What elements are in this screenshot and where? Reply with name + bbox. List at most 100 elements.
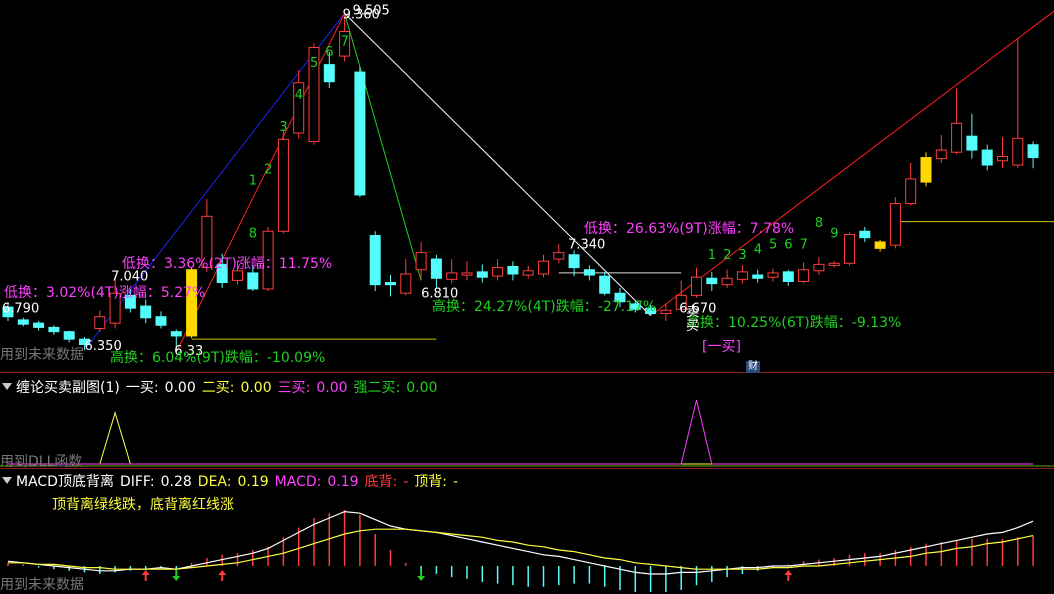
finance-badge[interactable]: 财 (746, 361, 760, 373)
sub1-item-label: 三买: (277, 380, 311, 396)
panel-divider (0, 468, 1054, 469)
candle-body (828, 262, 840, 266)
signal-line (8, 411, 1034, 465)
candle-body (538, 260, 549, 275)
candle-body (155, 316, 167, 326)
sub1-ghost-label: 用到DLL函数 (0, 454, 83, 470)
price-label: 9.360 (343, 8, 380, 23)
candle-body (660, 309, 672, 315)
sub1-header: 缠论买卖副图(1) 一买: 0.00 二买: 0.00 三买: 0.00 强二买: 0.00 (2, 377, 443, 397)
candle-body (492, 267, 504, 277)
candle-body (874, 241, 886, 249)
candle-body (1012, 137, 1024, 166)
macd-value: 0.19 (327, 474, 359, 490)
sell-marker: 卖 (686, 305, 699, 320)
candle-body (568, 254, 580, 269)
candle-body (247, 272, 259, 290)
candle-body (951, 122, 963, 153)
price-label: 7.340 (568, 237, 605, 252)
candle-body (966, 135, 978, 151)
candle-body (186, 269, 198, 337)
sub1-item-label: 一买: (125, 380, 159, 396)
macd-note: 顶背离绿线跌，底背离红线涨 (52, 497, 234, 513)
annotation-label: 低换：3.36%(2T)涨幅：11.75% (122, 255, 332, 272)
count-label: 4 (754, 243, 762, 258)
candle-body (400, 273, 412, 294)
count-label: 6 (784, 237, 792, 252)
sub1-item-value: 0.00 (164, 380, 196, 396)
candle-body (140, 305, 152, 319)
collapse-icon[interactable] (2, 477, 12, 484)
candle-body (63, 331, 75, 340)
collapse-icon[interactable] (2, 383, 12, 390)
dea-line (8, 528, 1034, 570)
sub2-header: MACD顶底背离 DIFF: 0.28 DEA: 0.19 MACD: 0.19 底背: - 顶背… (2, 471, 464, 491)
count-label: 4 (295, 88, 303, 103)
candle-body (385, 282, 396, 286)
annotation-label: 低换：26.63%(9T)涨幅：7.78% (584, 220, 794, 237)
diff-line (7, 510, 1034, 575)
candle-body (736, 271, 748, 280)
candle-body (859, 230, 871, 239)
top-div-value: - (453, 474, 459, 490)
buy-marker: 买 (686, 319, 699, 334)
main-price-panel: 123456781 2 3 4 5 6 7899.5059.3607.0407.3406.8… (2, 3, 1054, 366)
candle-body (430, 258, 442, 279)
candle-body (17, 319, 29, 325)
count-label: 7 (800, 237, 808, 252)
candle-body (981, 149, 993, 166)
candle-body (94, 316, 106, 329)
sub2-title: MACD顶底背离 (16, 474, 114, 490)
candle-body (323, 64, 335, 83)
count-label: 3 (738, 248, 746, 263)
count-label: 5 (310, 56, 318, 71)
count-label: 1 (249, 173, 257, 188)
candle-body (767, 272, 779, 278)
candle-body (461, 272, 473, 276)
candle-body (1027, 144, 1039, 159)
sub1-item-label: 强二买: (353, 380, 401, 396)
diff-label: DIFF: (119, 474, 155, 490)
dea-value: 0.19 (237, 474, 269, 490)
candle-body (553, 252, 565, 260)
candle-body (354, 71, 366, 196)
diff-value: 0.28 (160, 474, 192, 490)
annotation-label: 高换：10.25%(6T)跌幅：-9.13% (686, 314, 901, 331)
trend-line (650, 10, 1054, 317)
sub1-item-value: 0.00 (406, 380, 438, 396)
count-label: 3 (279, 120, 287, 135)
candle-body (706, 277, 718, 285)
candle-body (170, 331, 182, 337)
price-label: 6.790 (2, 301, 39, 316)
candle-body (782, 271, 794, 282)
candle-body (844, 233, 855, 264)
count-label: 7 (341, 34, 349, 49)
candle-body (920, 157, 932, 183)
candle-body (691, 276, 702, 296)
sub1-item-value: 0.00 (316, 380, 348, 396)
candle-body (415, 252, 427, 271)
top-divergence-arrow (172, 570, 181, 581)
panel-divider (0, 372, 1054, 373)
candle-body (935, 149, 947, 160)
macd-label: MACD: (274, 474, 322, 490)
annotation-label: 高换：24.27%(4T)跌幅：-27.17% (432, 298, 656, 315)
sub1-item-label: 二买: (201, 380, 235, 396)
bottom-divergence-arrow (141, 570, 150, 581)
buy-marker: [一买] (702, 339, 741, 355)
count-label: 2 (723, 248, 731, 263)
candle-body (905, 178, 917, 204)
candle-body (446, 272, 458, 280)
candle-body (721, 277, 733, 286)
count-label: 5 (769, 237, 777, 252)
sub2-ghost-label: 用到未来数据 (0, 577, 84, 593)
candle-body (583, 269, 595, 276)
bottom-divergence-arrow (218, 570, 227, 581)
candle-body (997, 155, 1008, 162)
candle-body (522, 270, 534, 276)
candle-body (476, 271, 488, 278)
chart-stage: 1 2 3 4 5 6 7 8 1 2 3 4 5 6 7 8 9 9.505 9.360 7.040 7.340 6.8… (0, 0, 1054, 593)
count-label: 9 (830, 227, 838, 242)
candle-body (507, 266, 519, 275)
candle-body (752, 274, 764, 279)
